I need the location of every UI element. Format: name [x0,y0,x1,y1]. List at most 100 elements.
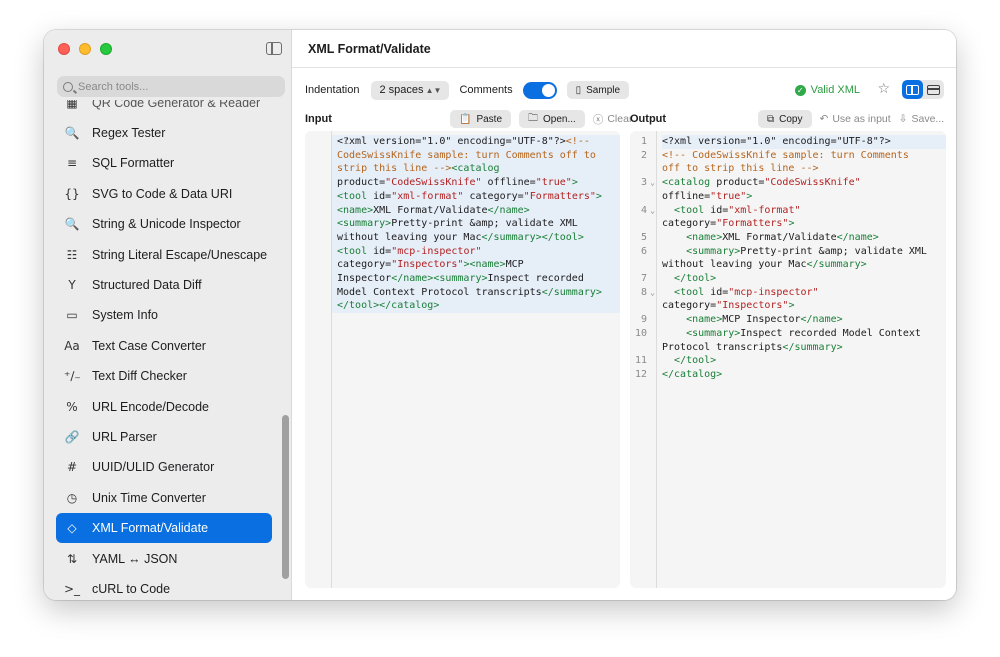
line-number: 5 [640,231,647,243]
sidebar-item-label: String Literal Escape/Unescape [92,247,268,262]
paste-button[interactable]: 📋 Paste [450,110,512,128]
copy-button-label: Copy [779,113,803,125]
input-code[interactable]: 1 <?xml version="1.0" encoding="UTF-8"?>… [332,135,620,314]
line-number: 9 [640,314,647,326]
sidebar-item-label: XML Format/Validate [92,521,209,536]
line-number: 12 [634,368,647,380]
sidebar-item-structured-data-diff[interactable]: Y Structured Data Diff [56,270,272,300]
sidebar-item-regex-tester[interactable]: 🔍 Regex Tester [56,118,272,148]
sidebar-item-sql-formatter[interactable]: ≡ SQL Formatter [56,148,272,178]
input-editor[interactable]: 1 <?xml version="1.0" encoding="UTF-8"?>… [305,131,620,588]
search-box[interactable] [57,76,285,97]
chevron-updown-icon: ▲▼ [425,85,442,95]
sidebar-item-yaml-json[interactable]: ⇅ YAML ↔ JSON [56,544,272,574]
sidebar-item-uuid-ulid-generator[interactable]: # UUID/ULID Generator [56,452,272,482]
app-window: ▦ QR Code Generator & Reader 🔍 Regex Test… [44,30,956,600]
sidebar-scrollbar[interactable] [282,415,289,579]
sidebar-item-text-case-converter[interactable]: Aa Text Case Converter [56,331,272,361]
open-button[interactable]: 🗀 Open... [519,110,585,128]
sidebar-item-label: URL Parser [92,430,157,444]
input-actions: 📋 Paste 🗀 Open... ⓧ Clear [450,110,632,128]
sidebar-item-label: YAML ↔ JSON [92,551,178,566]
sidebar-item-url-parser[interactable]: 🔗 URL Parser [56,422,272,452]
sidebar-item-curl-to-code[interactable]: >_ cURL to Code [56,574,272,600]
sidebar-item-string-literal-escape[interactable]: ☷ String Literal Escape/Unescape [56,240,272,270]
output-editor[interactable]: 1 2 3 ⌄ 4 ⌄ 5 6 7 8 ⌄ 9 10 11 12 <?xml vers… [630,131,946,588]
sidebar-toggle-icon[interactable] [266,42,282,55]
split-horizontal-button[interactable] [923,80,944,99]
input-code-line: <?xml version="1.0" encoding="UTF-8"?><!… [332,135,620,314]
checkmark-icon: ✓ [794,84,806,96]
line-number: 3 ⌄ [640,176,655,190]
sidebar-item-system-info[interactable]: ▭ System Info [56,300,272,330]
clipboard-icon: 📋 [459,113,472,125]
input-gutter [305,131,332,588]
text-case-converter-icon: Aa [64,338,80,353]
line-number: 10 [634,327,647,339]
sidebar-item-label: QR Code Generator & Reader [92,100,261,110]
sidebar-item-string-unicode-inspector[interactable]: 🔍 String & Unicode Inspector [56,209,272,239]
copy-icon: ⧉ [767,113,775,125]
line-number: 8 ⌄ [640,286,655,300]
split-vertical-button[interactable] [902,80,923,99]
sidebar-item-label: String & Unicode Inspector [92,217,241,232]
structured-data-diff-icon: Y [68,278,76,292]
minimize-window-button[interactable] [79,43,91,55]
fold-chevron-icon[interactable]: ⌄ [650,176,655,190]
sidebar-item-unix-time-converter[interactable]: ◷ Unix Time Converter [56,483,272,513]
sidebar-item-svg-to-code[interactable]: {} SVG to Code & Data URI [56,179,272,209]
use-as-input-button[interactable]: ↶ Use as input [820,113,891,125]
input-header: Input [305,113,332,125]
open-button-label: Open... [543,113,576,125]
uuid-ulid-generator-icon: # [66,460,78,475]
sidebar-item-qr-code[interactable]: ▦ QR Code Generator & Reader [56,100,272,118]
sample-button-label: Sample [586,84,621,96]
search-input[interactable] [78,80,268,93]
output-code-text: <?xml version="1.0" encoding="UTF-8"?> <… [657,135,946,382]
unix-time-converter-icon: ◷ [66,490,78,505]
comments-toggle[interactable] [522,81,557,99]
sidebar-item-label: Structured Data Diff [92,278,202,292]
fold-chevron-icon[interactable]: ⌄ [650,204,655,218]
string-literal-escape-icon: ☷ [66,247,78,262]
sidebar-item-label: SVG to Code & Data URI [92,186,233,201]
clear-button-label: Clear [607,113,633,125]
yaml-json-icon: ⇅ [66,551,78,566]
sidebar-item-text-diff-checker[interactable]: ⁺∕₋ Text Diff Checker [56,361,272,391]
save-button[interactable]: ⇩ Save... [899,113,945,125]
xml-format-validate-icon: ◇ [67,521,77,536]
system-info-icon: ▭ [66,308,78,323]
sidebar-item-url-encode-decode[interactable]: % URL Encode/Decode [56,392,272,422]
url-encode-decode-icon: % [66,399,78,414]
document-icon: ▯ [575,84,582,96]
indentation-select[interactable]: 2 spaces ▲▼ [371,80,450,100]
sidebar-item-label: SQL Formatter [92,156,175,171]
string-unicode-inspector-icon: 🔍 [64,217,80,232]
url-parser-icon: 🔗 [64,430,80,444]
output-header: Output [630,113,667,125]
sample-button[interactable]: ▯ Sample [566,81,630,99]
layout-segmented-control [902,80,944,99]
copy-button[interactable]: ⧉ Copy [758,110,812,128]
sidebar-item-label: Regex Tester [92,126,166,140]
line-number: 11 [634,355,647,367]
comments-label: Comments [459,84,513,96]
options-toolbar: Indentation 2 spaces ▲▼ Comments ▯ Sampl… [305,80,944,100]
fold-chevron-icon[interactable]: ⌄ [650,286,655,300]
sidebar-item-label: Text Diff Checker [92,369,187,384]
line-number: 7 [640,273,647,284]
sidebar-item-label: Unix Time Converter [92,490,206,505]
sidebar-item-label: cURL to Code [92,582,171,596]
output-code[interactable]: 1 2 3 ⌄ 4 ⌄ 5 6 7 8 ⌄ 9 10 11 12 <?xml vers… [630,135,946,382]
zoom-window-button[interactable] [100,43,112,55]
split-vertical-icon [906,84,919,95]
svg-to-code-icon: {} [64,186,80,201]
window-controls [58,43,112,55]
split-horizontal-icon [927,84,940,95]
clear-button[interactable]: ⓧ Clear [593,112,633,127]
star-icon[interactable]: ☆ [877,80,890,97]
clear-icon: ⓧ [592,113,604,126]
sidebar-item-xml-format-validate[interactable]: ◇ XML Format/Validate [56,513,272,544]
line-number: 6 [640,245,647,257]
close-window-button[interactable] [58,43,70,55]
